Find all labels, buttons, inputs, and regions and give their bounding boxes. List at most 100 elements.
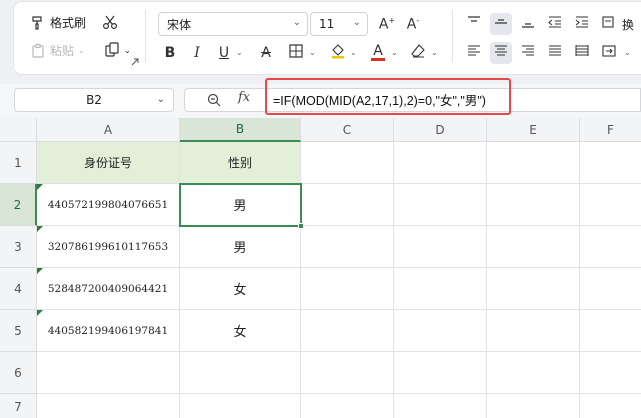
text-number-indicator: [37, 226, 43, 232]
borders-button[interactable]: [285, 42, 307, 64]
cell-f1[interactable]: [580, 142, 641, 184]
increase-font-size-button[interactable]: A+: [376, 13, 398, 35]
paste-button[interactable]: 粘贴 ⌄: [30, 42, 85, 59]
column-header-e[interactable]: E: [487, 118, 580, 142]
cell-e2[interactable]: [487, 184, 580, 226]
fx-icon: fx: [238, 90, 251, 105]
row-header-5[interactable]: 5: [0, 310, 37, 352]
font-color-button[interactable]: A: [367, 42, 389, 64]
fill-handle[interactable]: [298, 223, 304, 229]
align-top-button[interactable]: [463, 13, 485, 35]
cell-c1[interactable]: [301, 142, 394, 184]
fill-bucket-icon: [330, 43, 346, 63]
table-header-id[interactable]: 身份证号: [37, 142, 180, 184]
column-header-f[interactable]: F: [580, 118, 641, 142]
cell-d7[interactable]: [394, 394, 487, 418]
cell-d2[interactable]: [394, 184, 487, 226]
align-middle-button[interactable]: [490, 13, 512, 35]
wrap-text-button[interactable]: [598, 13, 620, 35]
insert-function-button[interactable]: fx: [238, 90, 250, 105]
cell-c5[interactable]: [301, 310, 394, 352]
indent-icon: [575, 15, 589, 33]
increase-indent-button[interactable]: [571, 13, 593, 35]
column-header-d[interactable]: D: [394, 118, 487, 142]
cell-d1[interactable]: [394, 142, 487, 184]
cell-c6[interactable]: [301, 352, 394, 394]
cell-b7[interactable]: [180, 394, 301, 418]
format-painter-button[interactable]: 格式刷: [30, 14, 86, 31]
cell-e6[interactable]: [487, 352, 580, 394]
cell-a6[interactable]: [37, 352, 180, 394]
font-name-select[interactable]: 宋体 ⌄: [158, 12, 308, 36]
font-size-select[interactable]: 11 ⌄: [310, 12, 368, 36]
select-all-corner[interactable]: [0, 118, 37, 142]
column-header-b[interactable]: B: [180, 118, 301, 142]
cell-f2[interactable]: [580, 184, 641, 226]
row-header-1[interactable]: 1: [0, 142, 37, 184]
underline-button[interactable]: U: [213, 42, 235, 64]
cell-c2[interactable]: [301, 184, 394, 226]
row-header-7[interactable]: 7: [0, 394, 37, 418]
cell-b6[interactable]: [180, 352, 301, 394]
align-left-button[interactable]: [463, 42, 485, 64]
distributed-align-button[interactable]: [571, 42, 593, 64]
table-header-gender[interactable]: 性别: [180, 142, 301, 184]
cell-d3[interactable]: [394, 226, 487, 268]
cell-f5[interactable]: [580, 310, 641, 352]
row-header-6[interactable]: 6: [0, 352, 37, 394]
decrease-indent-button[interactable]: [544, 13, 566, 35]
cell-d4[interactable]: [394, 268, 487, 310]
strikethrough-button[interactable]: A: [255, 42, 277, 64]
cell-e5[interactable]: [487, 310, 580, 352]
cell-f4[interactable]: [580, 268, 641, 310]
spreadsheet-grid: A B C D E F 1 2 3 4 5 6 7 身份证号 性别 440572…: [0, 118, 641, 418]
cell-a7[interactable]: [37, 394, 180, 418]
cell-d6[interactable]: [394, 352, 487, 394]
justify-button[interactable]: [544, 42, 566, 64]
zoom-formula-button[interactable]: [206, 92, 222, 108]
cut-button[interactable]: [102, 14, 118, 30]
cell-c4[interactable]: [301, 268, 394, 310]
column-header-c[interactable]: C: [301, 118, 394, 142]
cell-f7[interactable]: [580, 394, 641, 418]
align-right-button[interactable]: [517, 42, 539, 64]
column-header-a[interactable]: A: [37, 118, 180, 142]
italic-button[interactable]: I: [186, 42, 208, 64]
cell-c3[interactable]: [301, 226, 394, 268]
cell-d5[interactable]: [394, 310, 487, 352]
name-box[interactable]: B2 ⌄: [14, 88, 174, 112]
cell-a4[interactable]: 528487200409064421: [37, 268, 180, 310]
align-bottom-button[interactable]: [517, 13, 539, 35]
row-header-4[interactable]: 4: [0, 268, 37, 310]
row-header-3[interactable]: 3: [0, 226, 37, 268]
copy-button[interactable]: ⌄: [104, 42, 131, 58]
merge-cells-button[interactable]: [598, 42, 620, 64]
decrease-font-size-button[interactable]: A-: [402, 13, 424, 35]
cell-e3[interactable]: [487, 226, 580, 268]
cell-f3[interactable]: [580, 226, 641, 268]
cell-b4[interactable]: 女: [180, 268, 301, 310]
cell-e1[interactable]: [487, 142, 580, 184]
cell-e7[interactable]: [487, 394, 580, 418]
id-number: 528487200409064421: [47, 282, 169, 295]
cell-b5[interactable]: 女: [180, 310, 301, 352]
cell-f6[interactable]: [580, 352, 641, 394]
toolbar-divider: [145, 10, 146, 62]
cell-b3[interactable]: 男: [180, 226, 301, 268]
fill-color-button[interactable]: [327, 42, 349, 64]
cell-a5[interactable]: 440582199406197841: [37, 310, 180, 352]
wrap-label[interactable]: 换: [622, 16, 634, 33]
merge-icon: [602, 44, 616, 62]
align-center-button[interactable]: [490, 42, 512, 64]
formula-highlight-box: [265, 78, 511, 115]
cell-a2[interactable]: 440572199804076651: [37, 184, 180, 226]
font-color-icon: A: [371, 44, 385, 61]
chevron-down-icon: ⌄: [624, 48, 631, 57]
cell-e4[interactable]: [487, 268, 580, 310]
row-header-2[interactable]: 2: [0, 184, 37, 226]
bold-button[interactable]: B: [159, 42, 181, 64]
clipboard-expand-icon[interactable]: [131, 58, 139, 66]
cell-c7[interactable]: [301, 394, 394, 418]
cell-a3[interactable]: 320786199610117653: [37, 226, 180, 268]
clear-format-button[interactable]: [407, 42, 429, 64]
